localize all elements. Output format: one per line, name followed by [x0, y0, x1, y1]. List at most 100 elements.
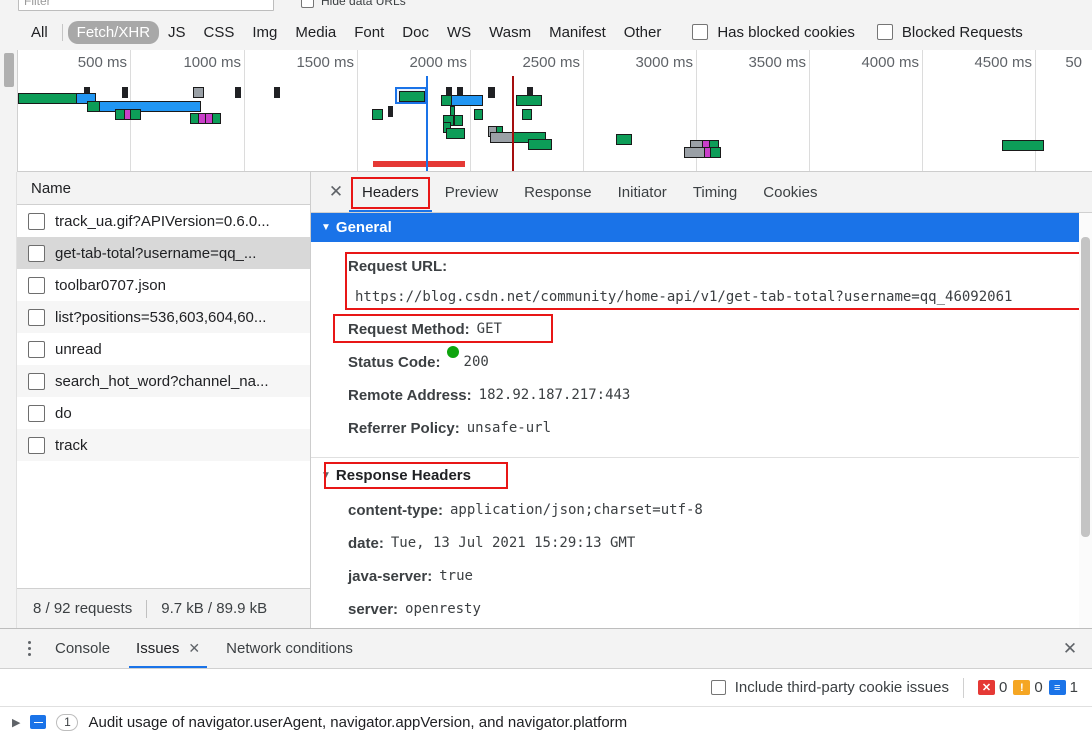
overview-canvas[interactable]: 500 ms 1000 ms 1500 ms 2000 ms 2500 ms 3… [18, 50, 1092, 171]
drawer-tab-network-conditions[interactable]: Network conditions [213, 630, 366, 667]
tab-response[interactable]: Response [511, 174, 605, 211]
tab-preview[interactable]: Preview [432, 174, 511, 211]
request-list-header[interactable]: Name [17, 172, 310, 205]
request-row-track[interactable]: track [17, 429, 310, 461]
error-icon: ✕ [977, 680, 995, 695]
blocked-requests-checkbox[interactable]: Blocked Requests [876, 24, 1023, 41]
include-third-party-cookie-issues-checkbox[interactable]: Include third-party cookie issues [710, 679, 949, 696]
general-section-header[interactable]: ▼ General [311, 213, 1092, 242]
general-row-request-method: Request Method: GET [311, 313, 1092, 346]
file-icon [28, 372, 45, 390]
type-filter-other[interactable]: Other [615, 21, 671, 44]
response-header-row-java-server: java-server: true [311, 560, 1092, 593]
details-scrollbar[interactable] [1079, 213, 1092, 628]
tab-headers[interactable]: Headers [349, 174, 432, 212]
request-row-do[interactable]: do [17, 397, 310, 429]
more-options-icon[interactable] [16, 636, 42, 662]
checkbox-icon[interactable] [710, 680, 726, 695]
type-filter-manifest[interactable]: Manifest [540, 21, 615, 44]
hide-data-urls-label: Hide data URLs [321, 0, 406, 8]
network-overview[interactable]: 500 ms 1000 ms 1500 ms 2000 ms 2500 ms 3… [0, 50, 1092, 172]
overview-gutter [0, 50, 18, 172]
has-blocked-cookies-label: Has blocked cookies [717, 23, 855, 41]
response-headers-section-header[interactable]: ▼ Response Headers [311, 458, 1092, 492]
resource-type-filter-bar: All Fetch/XHR JS CSS Img Media Font Doc … [0, 14, 1092, 50]
drawer-tab-issues[interactable]: Issues ✕ [123, 630, 213, 668]
request-details-pane: ✕ Headers Preview Response Initiator Tim… [311, 172, 1092, 628]
request-row-track-ua[interactable]: track_ua.gif?APIVersion=0.6.0... [17, 205, 310, 237]
java-server-key: java-server: [348, 568, 433, 585]
request-name: do [55, 404, 72, 422]
issue-row[interactable]: ▶ 1 Audit usage of navigator.userAgent, … [0, 707, 1092, 737]
network-status-bar: 8 / 92 requests 9.7 kB / 89.9 kB [17, 588, 310, 628]
type-filter-all[interactable]: All [22, 21, 57, 44]
response-header-rows: content-type: application/json;charset=u… [311, 492, 1092, 628]
drawer-tab-console[interactable]: Console [42, 630, 123, 667]
warning-count[interactable]: ! 0 [1013, 679, 1043, 696]
info-issue-icon [30, 715, 47, 729]
close-icon[interactable]: ✕ [188, 640, 200, 657]
include-third-party-label: Include third-party cookie issues [734, 679, 949, 696]
type-filter-media[interactable]: Media [286, 21, 345, 44]
scrollbar-thumb[interactable] [1081, 237, 1090, 537]
request-name: list?positions=536,603,604,60... [55, 308, 267, 326]
request-row-list-positions[interactable]: list?positions=536,603,604,60... [17, 301, 310, 333]
request-row-get-tab-total[interactable]: get-tab-total?username=qq_... [17, 237, 310, 269]
filter-input[interactable]: Filter [18, 0, 274, 11]
type-filter-css[interactable]: CSS [195, 21, 244, 44]
type-filter-js[interactable]: JS [159, 21, 195, 44]
chevron-right-icon[interactable]: ▶ [12, 716, 20, 729]
file-icon [28, 276, 45, 294]
request-row-search-hot-word[interactable]: search_hot_word?channel_na... [17, 365, 310, 397]
error-count[interactable]: ✕ 0 [977, 679, 1007, 696]
file-icon [28, 404, 45, 422]
close-icon[interactable]: ✕ [323, 179, 349, 205]
load-event-marker [512, 76, 514, 171]
tab-timing[interactable]: Timing [680, 174, 750, 211]
type-filter-fetch-xhr[interactable]: Fetch/XHR [67, 20, 160, 44]
tab-initiator[interactable]: Initiator [605, 174, 680, 211]
file-icon [28, 244, 45, 262]
file-icon [28, 212, 45, 230]
request-name: unread [55, 340, 102, 358]
file-icon [28, 436, 45, 454]
general-row-remote-address: Remote Address: 182.92.187.217:443 [311, 379, 1092, 412]
type-filter-ws[interactable]: WS [438, 21, 480, 44]
tab-cookies[interactable]: Cookies [750, 174, 830, 211]
headers-content[interactable]: ▼ General Request URL: https://blog.csdn… [311, 213, 1092, 628]
has-blocked-cookies-checkbox[interactable]: Has blocked cookies [692, 24, 855, 41]
issue-title: Audit usage of navigator.userAgent, navi… [88, 713, 628, 731]
type-filter-img[interactable]: Img [243, 21, 286, 44]
close-icon[interactable]: ✕ [1058, 637, 1082, 661]
response-headers-section-title: Response Headers [335, 466, 471, 484]
checkbox-icon[interactable] [301, 0, 314, 8]
request-name: get-tab-total?username=qq_... [55, 244, 257, 262]
devtools-network-panel: Filter Hide data URLs All Fetch/XHR JS C… [0, 0, 1092, 738]
hide-data-urls-checkbox[interactable]: Hide data URLs [301, 0, 406, 8]
type-filter-wasm[interactable]: Wasm [480, 21, 540, 44]
type-filter-doc[interactable]: Doc [393, 21, 438, 44]
general-row-referrer-policy: Referrer Policy: unsafe-url [311, 412, 1092, 445]
remote-address-key: Remote Address: [348, 387, 472, 404]
checkbox-icon[interactable] [876, 24, 893, 40]
request-row-unread[interactable]: unread [17, 333, 310, 365]
scrollbar-thumb[interactable] [4, 53, 14, 87]
warning-count-value: 0 [1034, 679, 1043, 696]
server-key: server: [348, 601, 399, 618]
checkbox-icon[interactable] [692, 24, 709, 40]
column-header-name: Name [31, 179, 72, 197]
info-count[interactable]: ≡ 1 [1048, 679, 1078, 696]
referrer-policy-key: Referrer Policy: [348, 420, 460, 437]
chevron-down-icon: ▼ [321, 222, 331, 233]
issue-count-badge: 1 [56, 713, 79, 731]
type-filter-font[interactable]: Font [345, 21, 393, 44]
info-count-value: 1 [1069, 679, 1078, 696]
file-icon [28, 340, 45, 358]
request-list[interactable]: track_ua.gif?APIVersion=0.6.0... get-tab… [17, 205, 310, 588]
request-method-key: Request Method: [348, 321, 470, 338]
remote-address-value: 182.92.187.217:443 [478, 387, 631, 403]
info-icon: ≡ [1048, 680, 1066, 695]
general-rows: Request URL: https://blog.csdn.net/commu… [311, 242, 1092, 451]
request-row-toolbar-json[interactable]: toolbar0707.json [17, 269, 310, 301]
divider [962, 677, 964, 698]
